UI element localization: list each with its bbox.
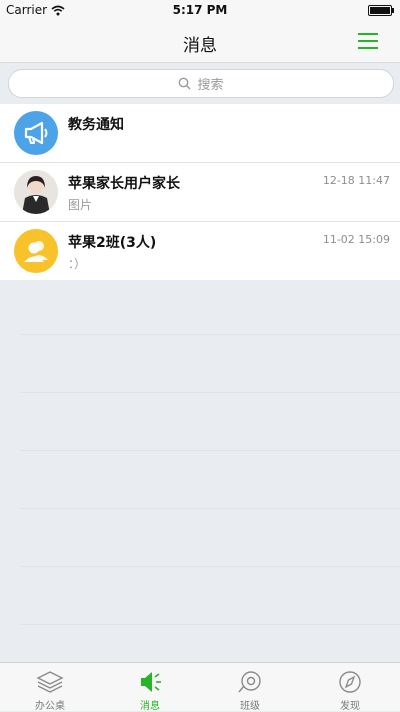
tab-discover[interactable]: 发现 <box>300 663 400 712</box>
menu-icon-bar <box>358 47 378 49</box>
divider <box>20 334 400 335</box>
divider <box>20 508 400 509</box>
avatar <box>14 229 58 273</box>
nav-bar: 消息 <box>0 20 400 63</box>
message-list: 教务通知 苹果家长用户家长 图片 12-18 11:47 苹果2班(3人) ：）… <box>0 104 400 280</box>
tab-class[interactable]: 班级 <box>200 663 300 712</box>
divider <box>20 392 400 393</box>
message-title: 苹果家长用户家长 <box>68 176 180 192</box>
menu-button[interactable] <box>358 31 380 51</box>
message-time: 12-18 11:47 <box>322 174 390 187</box>
message-time: 11-02 15:09 <box>322 233 390 246</box>
message-preview: 图片 <box>68 198 93 212</box>
group-icon <box>24 241 48 262</box>
divider <box>20 450 400 451</box>
message-title: 教务通知 <box>68 117 124 133</box>
avatar <box>14 111 58 155</box>
speaker-icon <box>141 672 161 692</box>
compass-icon <box>339 671 361 693</box>
menu-icon-bar <box>358 33 378 35</box>
tab-bar: 办公桌 消息 班级 发现 <box>0 662 400 712</box>
clock: 5:17 PM <box>172 3 228 17</box>
search-input[interactable]: 搜索 <box>8 69 394 98</box>
search-section: 搜索 <box>0 63 400 103</box>
status-bar: Carrier 5:17 PM <box>0 0 400 20</box>
layers-icon <box>36 671 64 693</box>
menu-icon-bar <box>358 40 378 42</box>
avatar <box>14 170 58 214</box>
list-item[interactable]: 苹果2班(3人) ：） 11-02 15:09 <box>0 222 400 280</box>
battery-icon <box>368 5 394 16</box>
search-icon <box>179 77 192 90</box>
megaphone-icon <box>24 121 48 145</box>
divider <box>20 624 400 625</box>
class-icon <box>238 671 261 693</box>
message-preview: ：） <box>68 257 87 271</box>
tab-messages[interactable]: 消息 <box>100 663 200 712</box>
empty-list-area <box>0 280 400 662</box>
list-item[interactable]: 苹果家长用户家长 图片 12-18 11:47 <box>0 163 400 222</box>
list-item[interactable]: 教务通知 <box>0 104 400 163</box>
user-photo <box>14 170 58 214</box>
message-title: 苹果2班(3人) <box>68 235 157 251</box>
divider <box>20 566 400 567</box>
tab-desk[interactable]: 办公桌 <box>0 663 100 712</box>
search-placeholder: 搜索 <box>197 78 224 93</box>
page-title: 消息 <box>183 36 217 56</box>
